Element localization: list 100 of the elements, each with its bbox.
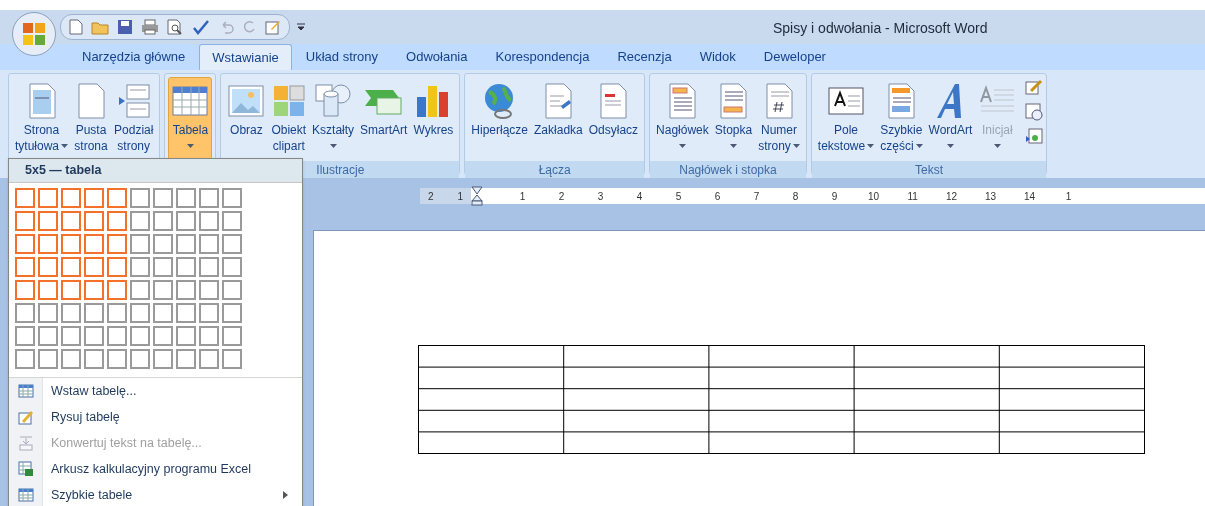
table-grid-square[interactable] — [15, 326, 35, 346]
table-grid-square[interactable] — [130, 303, 150, 323]
table-grid-square[interactable] — [222, 234, 242, 254]
table-grid-square[interactable] — [38, 280, 58, 300]
printer-icon[interactable] — [141, 19, 159, 35]
table-grid-square[interactable] — [84, 303, 104, 323]
table-grid-square[interactable] — [107, 303, 127, 323]
table-grid-square[interactable] — [61, 211, 81, 231]
table-grid-square[interactable] — [61, 303, 81, 323]
table-grid-square[interactable] — [222, 257, 242, 277]
ribbon-button[interactable]: Pole tekstowe — [814, 77, 878, 161]
office-button[interactable] — [12, 12, 56, 56]
table-grid-square[interactable] — [38, 188, 58, 208]
table-grid-square[interactable] — [176, 188, 196, 208]
table-grid-square[interactable] — [199, 349, 219, 369]
table-grid-square[interactable] — [199, 211, 219, 231]
menu-item[interactable]: Rysuj tabelę — [9, 404, 302, 430]
ribbon-button[interactable]: Tabela — [168, 77, 213, 161]
table-grid-square[interactable] — [222, 188, 242, 208]
new-document-icon[interactable] — [69, 19, 83, 35]
table-grid-square[interactable] — [153, 326, 173, 346]
table-grid-square[interactable] — [130, 188, 150, 208]
table-grid-square[interactable] — [84, 349, 104, 369]
table-grid-square[interactable] — [107, 280, 127, 300]
table-grid-square[interactable] — [61, 326, 81, 346]
table-grid-square[interactable] — [84, 280, 104, 300]
table-grid-square[interactable] — [38, 303, 58, 323]
table-grid-square[interactable] — [130, 349, 150, 369]
ribbon-button[interactable]: Wykres — [410, 77, 457, 161]
menu-item[interactable]: Wstaw tabelę... — [9, 378, 302, 404]
table-grid-square[interactable] — [84, 188, 104, 208]
table-grid-square[interactable] — [107, 257, 127, 277]
table-grid-square[interactable] — [61, 280, 81, 300]
table-grid-square[interactable] — [15, 257, 35, 277]
ribbon-button[interactable]: Odsyłacz — [585, 77, 642, 161]
table-grid-square[interactable] — [176, 257, 196, 277]
table-grid-square[interactable] — [38, 326, 58, 346]
table-grid-square[interactable] — [38, 349, 58, 369]
table-grid-square[interactable] — [153, 211, 173, 231]
ribbon-button[interactable]: Kształty — [309, 77, 358, 161]
table-grid-square[interactable] — [61, 349, 81, 369]
table-grid-square[interactable] — [15, 303, 35, 323]
table-grid-square[interactable] — [176, 326, 196, 346]
undo-icon[interactable] — [219, 19, 235, 35]
menu-item[interactable]: Szybkie tabele — [9, 482, 302, 506]
ribbon-button[interactable]: Zakładka — [531, 77, 586, 161]
table-grid-square[interactable] — [130, 280, 150, 300]
table-grid-square[interactable] — [107, 188, 127, 208]
table-grid-square[interactable] — [199, 326, 219, 346]
save-icon[interactable] — [117, 19, 133, 35]
print-preview-icon[interactable] — [167, 19, 183, 35]
spelling-check-icon[interactable] — [191, 19, 211, 35]
table-grid-square[interactable] — [61, 188, 81, 208]
redo-icon[interactable] — [243, 19, 257, 35]
ribbon-button[interactable]: Stopka — [711, 77, 756, 161]
table-grid-square[interactable] — [84, 257, 104, 277]
ribbon-button[interactable]: Szybkie części — [877, 77, 926, 161]
table-grid-square[interactable] — [222, 349, 242, 369]
ribbon-tab[interactable]: Odwołania — [392, 44, 482, 70]
ribbon-tab[interactable]: Deweloper — [749, 44, 840, 70]
table-grid-square[interactable] — [153, 257, 173, 277]
table-grid-square[interactable] — [107, 234, 127, 254]
table-grid-square[interactable] — [61, 257, 81, 277]
ribbon-tab[interactable]: Narzędzia główne — [68, 44, 200, 70]
table-grid-square[interactable] — [15, 211, 35, 231]
signature-pen-icon[interactable] — [1025, 79, 1044, 97]
table-grid-square[interactable] — [15, 280, 35, 300]
table-grid-square[interactable] — [61, 234, 81, 254]
table-grid-square[interactable] — [176, 234, 196, 254]
ribbon-button[interactable]: WordArt — [925, 77, 976, 161]
table-grid-square[interactable] — [84, 211, 104, 231]
ribbon-button[interactable]: Podział strony — [111, 77, 157, 161]
table-grid-square[interactable] — [38, 211, 58, 231]
table-grid-square[interactable] — [199, 234, 219, 254]
table-grid-square[interactable] — [107, 211, 127, 231]
indent-marker-icon[interactable] — [471, 186, 484, 206]
object-icon[interactable] — [1025, 127, 1044, 145]
table-grid-square[interactable] — [222, 211, 242, 231]
customize-toolbar-icon[interactable] — [296, 22, 306, 32]
table-grid-square[interactable] — [199, 303, 219, 323]
ribbon-button[interactable]: SmartArt — [357, 77, 411, 161]
ribbon-tab[interactable]: Recenzja — [603, 44, 686, 70]
ribbon-button[interactable]: Obraz — [224, 77, 269, 161]
table-grid-square[interactable] — [153, 234, 173, 254]
ribbon-tab[interactable]: Widok — [685, 44, 750, 70]
date-time-icon[interactable] — [1025, 103, 1044, 121]
ribbon-button[interactable]: Numer strony — [755, 77, 803, 161]
table-grid-square[interactable] — [222, 280, 242, 300]
table-grid-square[interactable] — [199, 280, 219, 300]
ribbon-tab[interactable]: Wstawianie — [199, 44, 292, 70]
folder-icon[interactable] — [91, 19, 109, 35]
table-grid-square[interactable] — [84, 234, 104, 254]
table-grid-square[interactable] — [176, 211, 196, 231]
table-grid-square[interactable] — [153, 349, 173, 369]
table-grid-square[interactable] — [153, 188, 173, 208]
table-grid-square[interactable] — [130, 257, 150, 277]
ribbon-button[interactable]: Hiperłącze — [468, 77, 532, 161]
table-grid-square[interactable] — [222, 303, 242, 323]
table-grid-square[interactable] — [199, 257, 219, 277]
table-grid-square[interactable] — [130, 326, 150, 346]
